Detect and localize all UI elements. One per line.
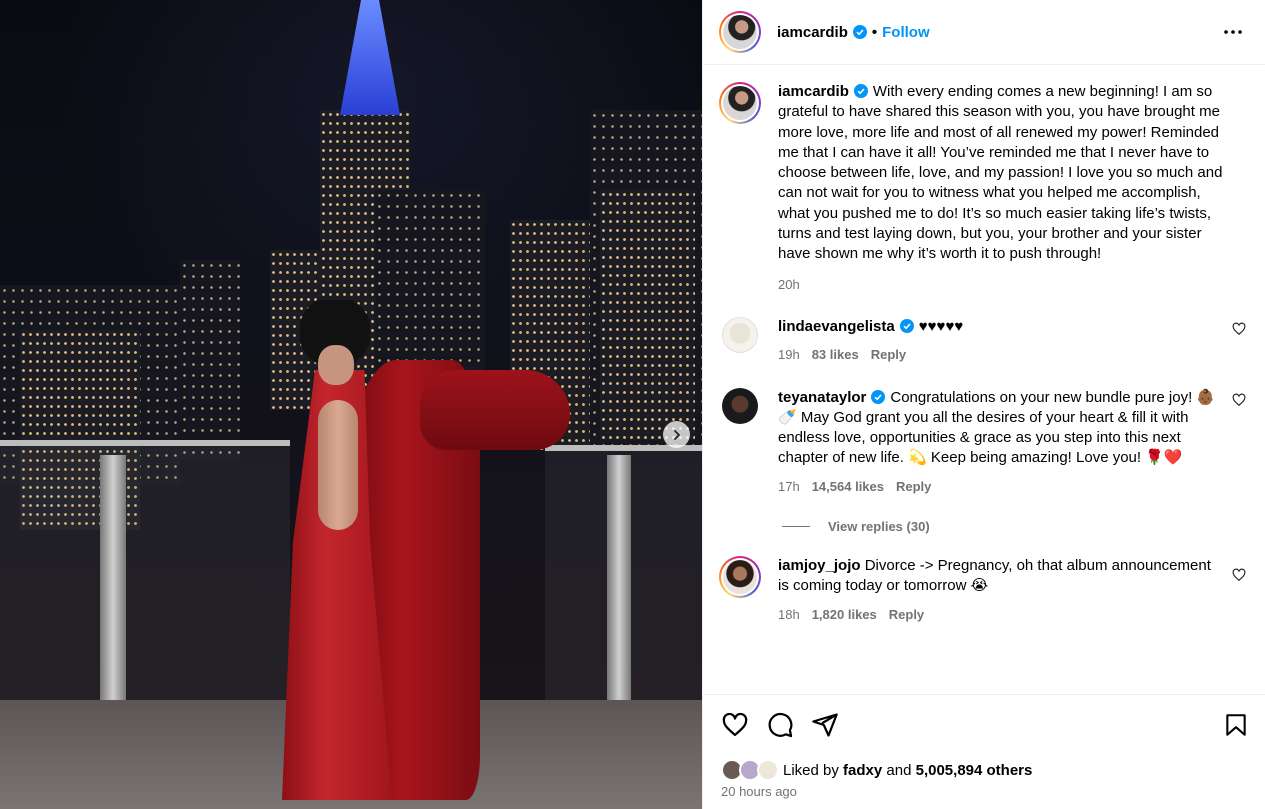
heart-icon[interactable] <box>1232 393 1246 407</box>
comment-likes[interactable]: 1,820 likes <box>812 605 877 625</box>
liked-by-and: and <box>886 761 912 779</box>
comment-time: 18h <box>778 606 800 622</box>
comment-username[interactable]: iamjoy_jojo <box>778 557 861 574</box>
heart-icon[interactable] <box>1232 322 1246 336</box>
liker-avatars[interactable] <box>721 759 779 781</box>
comment-likes[interactable]: 14,564 likes <box>812 477 884 497</box>
verified-icon <box>852 25 867 39</box>
caption-username[interactable]: iamcardib <box>778 83 849 100</box>
post-details-panel: iamcardib • Follow iamcardib With every e… <box>702 0 1265 809</box>
reply-button[interactable]: Reply <box>896 477 931 497</box>
more-options-icon[interactable] <box>1223 22 1243 42</box>
share-icon[interactable] <box>811 711 839 739</box>
author-avatar[interactable] <box>719 11 761 53</box>
comment-likes[interactable]: 83 likes <box>812 345 859 365</box>
reply-button[interactable]: Reply <box>871 345 906 365</box>
bookmark-icon[interactable] <box>1223 711 1249 739</box>
liked-by-user[interactable]: fadxy <box>843 762 882 779</box>
caption-time: 20h <box>778 276 800 292</box>
post-caption: iamcardib With every ending comes a new b… <box>703 82 1265 295</box>
building <box>180 260 240 460</box>
verified-icon <box>899 318 914 333</box>
heart-icon[interactable] <box>721 711 749 739</box>
view-replies-button[interactable]: View replies (30) <box>782 519 1265 534</box>
comment-item: teyanataylor Congratulations on your new … <box>703 387 1265 497</box>
comment-username[interactable]: lindaevangelista <box>778 318 895 335</box>
balcony-railing <box>0 440 290 700</box>
post-header: iamcardib • Follow <box>703 0 1265 65</box>
fur-sleeve <box>420 370 570 450</box>
heart-icon[interactable] <box>1232 568 1246 582</box>
commenter-avatar[interactable] <box>719 556 761 599</box>
likes-count[interactable]: 5,005,894 others <box>916 762 1033 779</box>
comment-text: ♥♥♥♥♥ <box>918 317 964 335</box>
author-username[interactable]: iamcardib <box>777 24 848 41</box>
post-actions: Liked by fadxy and 5,005,894 others 20 h… <box>703 694 1265 809</box>
figure-torso <box>318 400 358 530</box>
caption-author-avatar[interactable] <box>719 82 761 124</box>
comments-scroll-area[interactable]: iamcardib With every ending comes a new b… <box>703 66 1265 694</box>
comment-item: lindaevangelista ♥♥♥♥♥ 19h 83 likes Reply <box>703 316 1265 366</box>
separator-dot: • <box>871 23 878 41</box>
post-time: 20 hours ago <box>721 784 797 799</box>
figure-face <box>318 345 354 385</box>
post-photo[interactable] <box>0 0 702 809</box>
carousel-next-button[interactable] <box>663 421 690 448</box>
comment-time: 17h <box>778 478 800 494</box>
comment-username[interactable]: teyanataylor <box>778 389 866 406</box>
comment-time: 19h <box>778 347 800 363</box>
caption-text: With every ending comes a new beginning!… <box>778 83 1223 263</box>
comment-item: iamjoy_jojo Divorce -> Pregnancy, oh tha… <box>703 556 1265 625</box>
replies-line <box>782 526 810 528</box>
reply-button[interactable]: Reply <box>889 605 924 625</box>
commenter-avatar[interactable] <box>722 316 758 353</box>
view-replies-label: View replies (30) <box>828 519 930 535</box>
follow-button[interactable]: Follow <box>882 24 930 41</box>
verified-icon <box>871 389 886 404</box>
liked-by-prefix: Liked by <box>783 761 839 779</box>
chevron-right-icon <box>673 429 680 440</box>
verified-icon <box>853 84 868 98</box>
building <box>600 190 695 440</box>
comment-icon[interactable] <box>766 711 794 739</box>
commenter-avatar[interactable] <box>722 387 758 424</box>
liked-by: Liked by fadxy and 5,005,894 others <box>721 759 1032 781</box>
